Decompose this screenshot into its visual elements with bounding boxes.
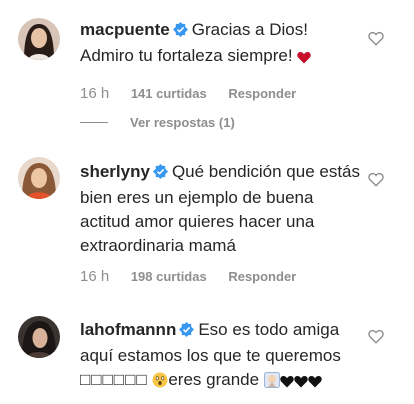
heart-outline-icon[interactable]: [368, 329, 386, 345]
view-replies-button[interactable]: Ver respostas (1): [80, 115, 235, 130]
astonished-face-emoji: [152, 371, 168, 395]
comment-text-line1: Gracias a Dios!: [191, 20, 308, 39]
black-heart-emoji: [280, 371, 294, 395]
avatar-lahofmannn[interactable]: [18, 316, 60, 358]
like-count[interactable]: 141 curtidas: [131, 86, 207, 101]
heart-outline-icon[interactable]: [368, 172, 386, 188]
divider-line: [80, 122, 108, 123]
comment-text-end: eres grande: [168, 370, 260, 389]
verified-badge-icon: [152, 162, 168, 186]
comment-text-line2: Admiro tu fortaleza siempre!: [80, 46, 293, 65]
comment-body: macpuente Gracias a Dios! Admiro tu forta…: [80, 18, 362, 71]
avatar-macpuente[interactable]: [18, 18, 60, 60]
reply-button[interactable]: Responder: [228, 86, 296, 101]
avatar-sherlyny[interactable]: [18, 157, 60, 199]
red-heart-emoji: [297, 47, 312, 71]
comment-body: sherlyny Qué bendición que estás bien ere…: [80, 160, 362, 258]
comment-text-line2: aquí estamos los que te queremos: [80, 346, 341, 365]
comment-meta: 16 h 198 curtidas Responder: [80, 268, 296, 285]
missing-glyphs: □□□□□□: [80, 370, 148, 389]
comment-time[interactable]: 16 h: [80, 268, 109, 285]
username[interactable]: lahofmannn: [80, 320, 176, 339]
username[interactable]: macpuente: [80, 20, 170, 39]
verified-badge-icon: [172, 20, 188, 44]
praying-face-emoji: [263, 371, 280, 395]
like-count[interactable]: 198 curtidas: [131, 269, 207, 284]
comment-text-line1: Eso es todo amiga: [198, 320, 340, 339]
comment-meta: 16 h 141 curtidas Responder: [80, 85, 296, 102]
black-heart-emoji: [294, 371, 308, 395]
comment-body: lahofmannn Eso es todo amiga aquí estamos…: [80, 318, 362, 395]
heart-outline-icon[interactable]: [368, 31, 386, 47]
verified-badge-icon: [179, 320, 195, 344]
black-heart-emoji: [308, 371, 322, 395]
reply-button[interactable]: Responder: [228, 269, 296, 284]
view-replies-label: Ver respostas (1): [130, 115, 235, 130]
username[interactable]: sherlyny: [80, 162, 150, 181]
comment-time[interactable]: 16 h: [80, 85, 109, 102]
